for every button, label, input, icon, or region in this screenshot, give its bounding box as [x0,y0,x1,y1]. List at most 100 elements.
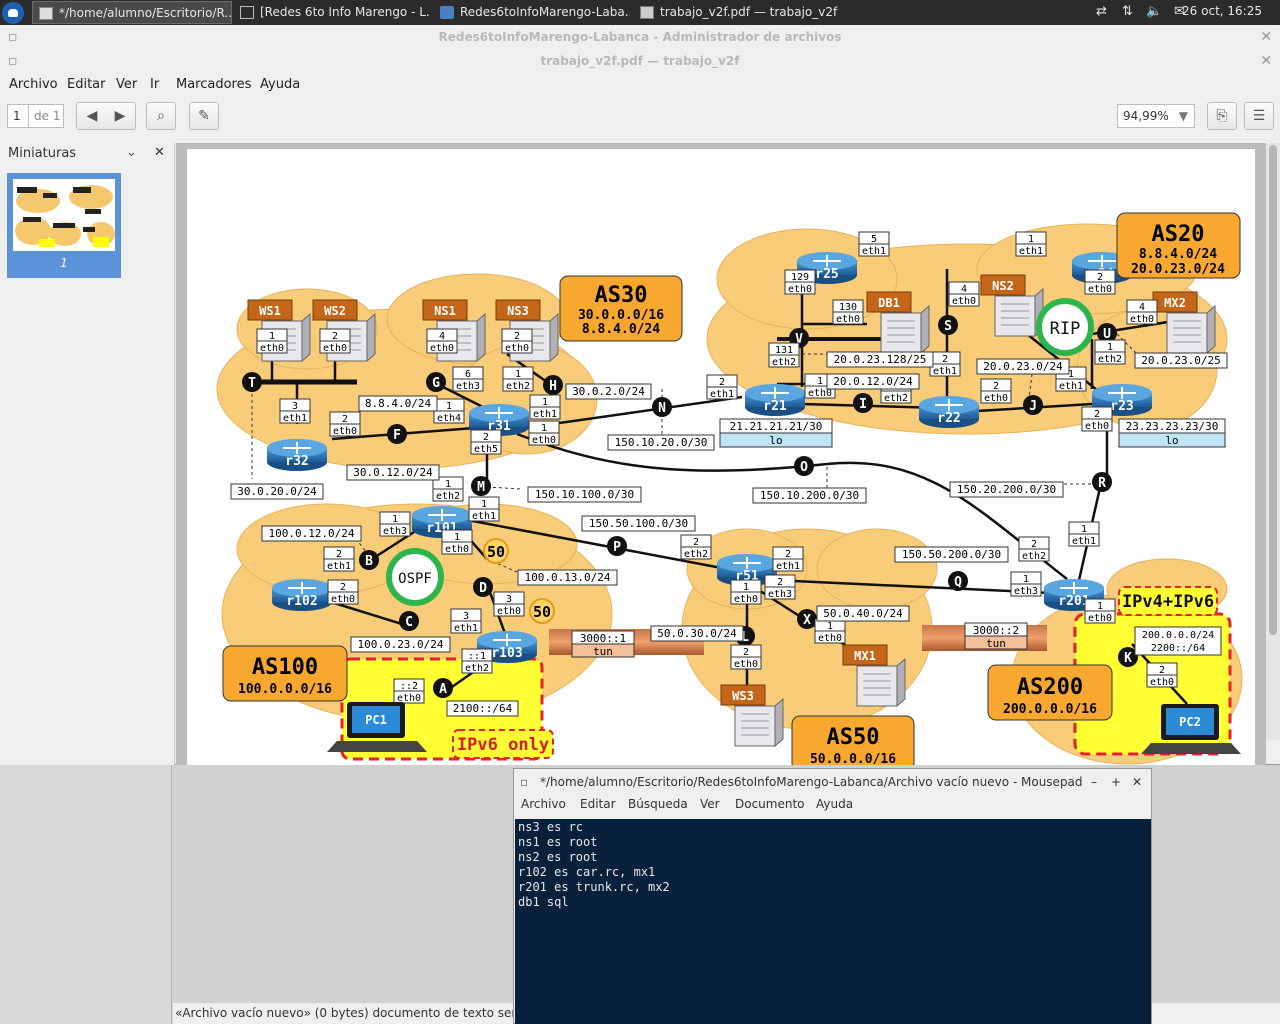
node-label: S [944,319,952,334]
menu-documento[interactable]: Documento [735,797,805,811]
net-label: 30.0.20.0/24 [230,483,324,500]
close-icon[interactable]: ✕ [1132,769,1142,795]
updates-icon[interactable]: ⇅ [1122,4,1133,19]
net-text: 2100::/64 [453,702,513,715]
window-menu-icon[interactable]: ▫ [520,769,528,795]
page-number-input[interactable]: 1 [7,104,29,128]
search-button[interactable]: ⌕ [146,102,176,130]
menu-archivo[interactable]: Archivo [9,77,58,92]
as50-label: AS50 50.0.0.0/16 [791,715,915,765]
chevron-down-icon[interactable]: ⌄ [126,145,137,160]
node-b: B [359,550,379,570]
interface-name: eth2 [436,491,460,502]
hamburger-menu-button[interactable]: ☰ [1244,102,1274,130]
interface-id: 4 [1139,302,1145,313]
editor-text-area[interactable]: ns3 es rc ns1 es root ns2 es root r102 es c… [515,819,1151,1024]
server-label: NS1 [434,304,456,318]
sidebar-title[interactable]: Miniaturas [8,146,76,161]
close-icon[interactable]: ✕ [1260,49,1272,73]
close-icon[interactable]: ✕ [1260,25,1272,49]
interface-name: eth0 [333,426,357,437]
annotate-button[interactable]: ✎ [189,102,219,130]
interface-label: 2eth0 [327,579,359,605]
previous-page-icon[interactable]: ◀ [78,103,106,129]
interface-label: 2eth2 [1018,536,1050,562]
document-view[interactable]: r25r24r21r22r23r31r32r101r102r103r51r201… [176,143,1266,765]
maximize-icon[interactable]: + [1111,769,1121,795]
interface-id: ::2 [400,681,418,692]
bookmark-button[interactable]: ⎘ [1207,102,1237,130]
interface-name: eth2 [465,663,489,674]
interface-label: 2eth0 [1081,406,1113,432]
interface-label: 2eth5 [470,429,502,455]
folder-icon [440,6,454,19]
scrollbar-thumb[interactable] [1269,145,1277,635]
vertical-scrollbar[interactable] [1266,143,1280,740]
interface-name: eth0 [1130,314,1154,325]
interface-name: eth2 [884,393,908,404]
node-n: N [652,397,672,417]
viewer-titlebar: ▫ trabajo_v2f.pdf — trabajo_v2f ✕ [0,49,1280,73]
interface-name: eth0 [505,343,529,354]
window-menu-icon[interactable]: ▫ [8,49,18,73]
zoom-select[interactable]: 94,99% ▼ [1117,104,1195,128]
node-t: T [242,372,262,392]
net-text: 20.0.23.0/25 [1141,354,1220,367]
menu-ir[interactable]: Ir [150,77,159,92]
interface-name: eth4 [437,413,461,424]
as-net: 20.0.23.0/24 [1131,262,1225,277]
node-q: Q [948,571,968,591]
router-r32: r32 [267,439,327,471]
server-label: DB1 [878,296,900,310]
menu-ver[interactable]: Ver [116,77,137,92]
clock[interactable]: 26 oct, 16:25 [1182,4,1262,18]
menu-archivo[interactable]: Archivo [521,797,566,811]
interface-id: 130 [839,302,857,313]
app-menu-button[interactable] [2,2,24,24]
task-browser[interactable]: [Redes 6to Info Marengo - L... [234,1,430,24]
interface-id: 3 [463,611,469,622]
menu-busqueda[interactable]: Búsqueda [628,797,688,811]
window-menu-icon[interactable]: ▫ [8,25,18,49]
interface-label: 2eth1 [323,546,355,572]
close-icon[interactable]: ✕ [154,145,165,160]
node-i: I [853,393,873,413]
net-text: 50.0.30.0/24 [657,627,737,640]
interface-name: eth1 [1072,536,1096,547]
interface-label: 1eth0 [730,579,762,605]
interface-id: 1 [445,479,451,490]
node-g: G [426,372,446,392]
menu-ayuda[interactable]: Ayuda [260,77,300,92]
menu-ver[interactable]: Ver [700,797,720,811]
node-a: A [433,678,453,698]
net-label: 20.0.23.0/24 [976,358,1070,375]
net-label: 100.0.13.0/24 [517,569,618,586]
network-icon[interactable]: ⇄ [1096,4,1107,19]
menu-editar[interactable]: Editar [580,797,616,811]
as-name: AS50 [827,725,880,750]
menu-ayuda[interactable]: Ayuda [816,797,853,811]
interface-name: eth3 [383,526,407,537]
top-panel: */home/alumno/Escritorio/R... [Redes 6to… [0,0,1280,25]
interface-id: 1 [541,423,547,434]
interface-id: 2 [514,331,520,342]
server-label: NS2 [992,279,1014,293]
page-thumbnail[interactable]: 1 [7,173,121,278]
minimize-icon[interactable]: – [1091,769,1097,795]
volume-icon[interactable]: 🔈 [1146,4,1162,19]
node-c: C [399,611,419,631]
interface-id: 131 [775,345,793,356]
task-file-manager[interactable]: Redes6toInfoMarengo-Laba... [434,1,630,24]
menu-editar[interactable]: Editar [67,77,106,92]
interface-id: 1 [446,401,452,412]
node-f: F [387,424,407,444]
menu-marcadores[interactable]: Marcadores [176,77,251,92]
task-mousepad[interactable]: */home/alumno/Escritorio/R... [32,1,232,24]
next-page-icon[interactable]: ▶ [106,103,134,129]
interface-name: eth0 [430,343,454,354]
editor-titlebar: ▫ */home/alumno/Escritorio/Redes6toInfoM… [514,769,1153,795]
net-text: 150.20.200.0/30 [957,483,1056,496]
interface-id: 2 [777,577,783,588]
loopback-dev: lo [769,434,782,447]
task-pdf-viewer[interactable]: trabajo_v2f.pdf — trabajo_v2f [634,1,844,24]
